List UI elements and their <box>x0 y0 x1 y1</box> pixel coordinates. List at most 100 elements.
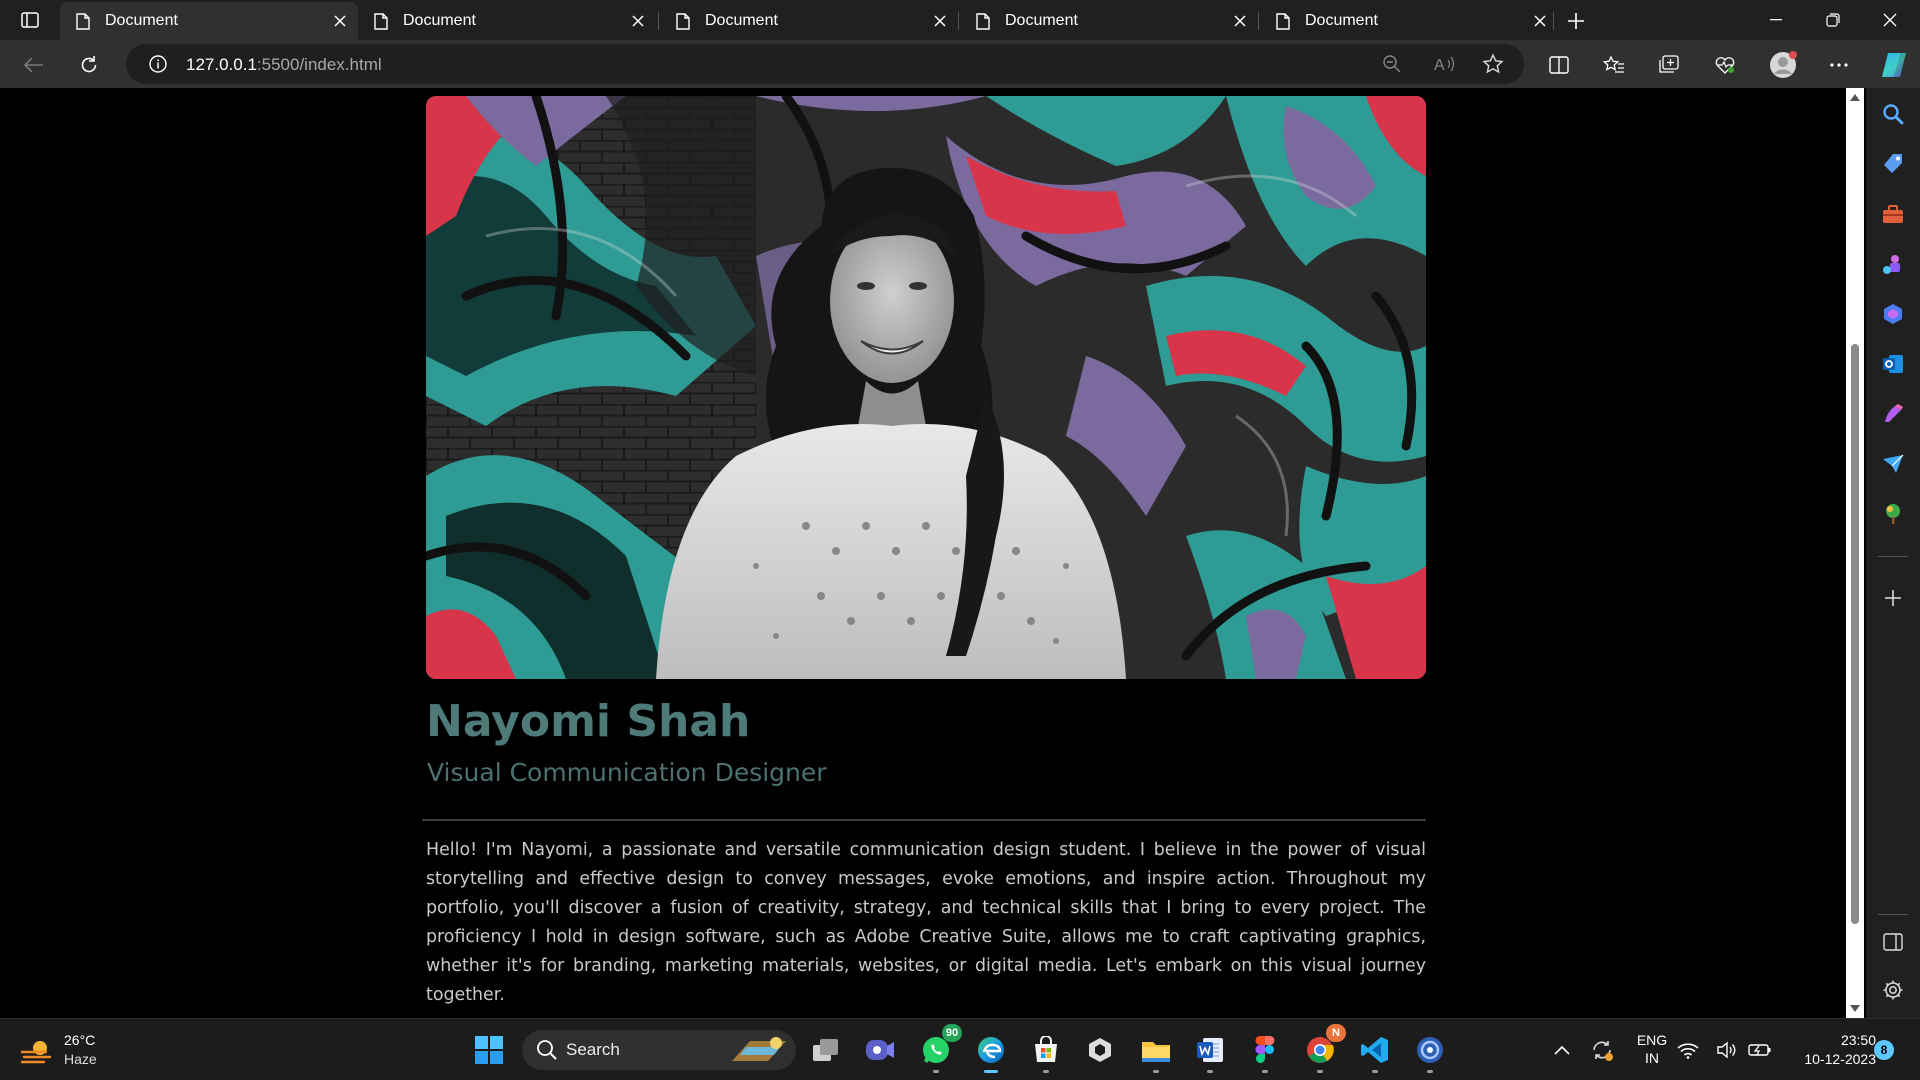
start-icon[interactable] <box>469 1030 509 1070</box>
hide-sidebar-icon[interactable] <box>1877 926 1909 958</box>
input-language[interactable]: ENG IN <box>1632 1031 1672 1067</box>
app-icon[interactable] <box>1410 1030 1450 1073</box>
collections-icon[interactable] <box>1652 48 1686 82</box>
search-icon <box>537 1040 557 1060</box>
close-icon[interactable] <box>1862 0 1918 40</box>
active-app-indicator <box>984 1070 998 1073</box>
tools-icon[interactable] <box>1877 198 1909 230</box>
browser-toolbar: 127.0.0.1:5500/index.html A <box>0 40 1920 88</box>
bio-paragraph: Hello! I'm Nayomi, a passionate and vers… <box>426 840 1426 1005</box>
add-icon[interactable] <box>1877 582 1909 614</box>
chrome-badge: N <box>1326 1024 1346 1042</box>
outlook-icon[interactable] <box>1877 348 1909 380</box>
running-indicator <box>1317 1070 1323 1073</box>
minimize-icon[interactable] <box>1748 0 1804 40</box>
notification-count-badge[interactable]: 8 <box>1874 1040 1894 1060</box>
weather-widget[interactable]: 26°C Haze <box>20 1031 130 1071</box>
running-indicator <box>1043 1070 1049 1073</box>
tab-title: Document <box>105 12 178 29</box>
close-tab-icon[interactable] <box>926 7 954 35</box>
tab-document-4[interactable]: Document <box>960 2 1258 40</box>
refresh-icon[interactable] <box>72 48 106 82</box>
tree-icon[interactable] <box>1877 498 1909 530</box>
volume-icon[interactable] <box>1714 1030 1740 1070</box>
vscode-icon[interactable] <box>1355 1030 1395 1073</box>
region-code: IN <box>1645 1050 1659 1066</box>
word-icon[interactable] <box>1190 1030 1230 1073</box>
favorite-star-icon[interactable] <box>1477 48 1509 80</box>
sidebar-separator <box>1878 914 1908 915</box>
settings-icon[interactable] <box>1877 974 1909 1006</box>
chevron-up-icon[interactable] <box>1542 1030 1582 1070</box>
tab-document-3[interactable]: Document <box>660 2 958 40</box>
sync-icon[interactable] <box>1582 1030 1622 1070</box>
back-icon[interactable] <box>17 48 51 82</box>
search-label: Search <box>566 1040 620 1059</box>
profile-avatar[interactable] <box>1766 48 1800 82</box>
clock-time: 23:50 <box>1840 1032 1876 1048</box>
document-icon <box>976 12 990 30</box>
close-tab-icon[interactable] <box>1226 7 1254 35</box>
store-icon[interactable] <box>1026 1030 1066 1073</box>
search-icon[interactable] <box>1877 98 1909 130</box>
document-icon <box>374 12 388 30</box>
site-info-icon[interactable] <box>142 48 174 80</box>
file-explorer-icon[interactable] <box>1136 1030 1176 1073</box>
search-highlight-image <box>732 1037 786 1061</box>
designer-icon[interactable] <box>1877 398 1909 430</box>
taskbar-search-box[interactable]: Search <box>522 1030 796 1070</box>
read-aloud-icon[interactable]: A <box>1429 48 1461 80</box>
whatsapp-badge: 90 <box>942 1024 962 1042</box>
scroll-down-arrow-icon[interactable] <box>1850 1005 1860 1012</box>
system-clock[interactable]: 23:50 10-12-2023 <box>1780 1031 1876 1069</box>
edge-sidebar <box>1866 88 1920 1018</box>
language-code: ENG <box>1636 1032 1668 1048</box>
tab-document-1[interactable]: Document <box>60 2 358 40</box>
games-icon[interactable] <box>1877 248 1909 280</box>
running-indicator <box>1207 1070 1213 1073</box>
close-tab-icon[interactable] <box>624 7 652 35</box>
more-menu-icon[interactable] <box>1822 48 1856 82</box>
scroll-thumb[interactable] <box>1851 344 1859 924</box>
document-icon <box>1276 12 1290 30</box>
tab-separator <box>1258 12 1259 30</box>
close-tab-icon[interactable] <box>1526 7 1554 35</box>
favorites-icon[interactable] <box>1597 48 1631 82</box>
scroll-up-arrow-icon[interactable] <box>1850 94 1860 101</box>
profile-name: Nayomi Shah <box>426 696 751 747</box>
url-text[interactable]: 127.0.0.1:5500/index.html <box>186 55 382 75</box>
tab-title: Document <box>1005 12 1078 29</box>
weather-temp: 26°C <box>64 1032 96 1048</box>
page-scrollbar[interactable] <box>1846 88 1864 1018</box>
figma-icon[interactable] <box>1245 1030 1285 1073</box>
address-bar[interactable]: 127.0.0.1:5500/index.html A <box>126 44 1524 84</box>
battery-icon[interactable] <box>1746 1030 1774 1070</box>
drop-icon[interactable] <box>1877 448 1909 480</box>
chrome-icon[interactable]: N <box>1300 1024 1346 1073</box>
running-indicator <box>1262 1070 1268 1073</box>
weather-condition: Haze <box>64 1051 97 1067</box>
shopping-icon[interactable] <box>1877 148 1909 180</box>
task-view-icon[interactable] <box>806 1030 846 1070</box>
zoom-out-icon[interactable] <box>1376 48 1408 80</box>
new-tab-icon[interactable] <box>1561 6 1591 36</box>
copilot-icon[interactable] <box>1877 48 1911 82</box>
edge-icon[interactable] <box>971 1030 1011 1073</box>
unity-icon[interactable] <box>1080 1030 1120 1070</box>
restore-icon[interactable] <box>1805 0 1861 40</box>
running-indicator <box>933 1070 939 1073</box>
running-indicator <box>1372 1070 1378 1073</box>
tab-actions-icon[interactable] <box>16 8 44 32</box>
close-tab-icon[interactable] <box>326 7 354 35</box>
browser-essentials-icon[interactable] <box>1708 48 1742 82</box>
wifi-icon[interactable] <box>1676 1030 1700 1070</box>
tab-document-5[interactable]: Document <box>1260 2 1558 40</box>
whatsapp-icon[interactable]: 90 <box>916 1024 962 1073</box>
meet-icon[interactable] <box>860 1030 900 1070</box>
tab-title: Document <box>705 12 778 29</box>
profile-role: Visual Communication Designer <box>427 758 827 787</box>
tab-separator <box>658 12 659 30</box>
tab-document-2[interactable]: Document <box>358 2 656 40</box>
microsoft-365-icon[interactable] <box>1877 298 1909 330</box>
split-screen-icon[interactable] <box>1542 48 1576 82</box>
